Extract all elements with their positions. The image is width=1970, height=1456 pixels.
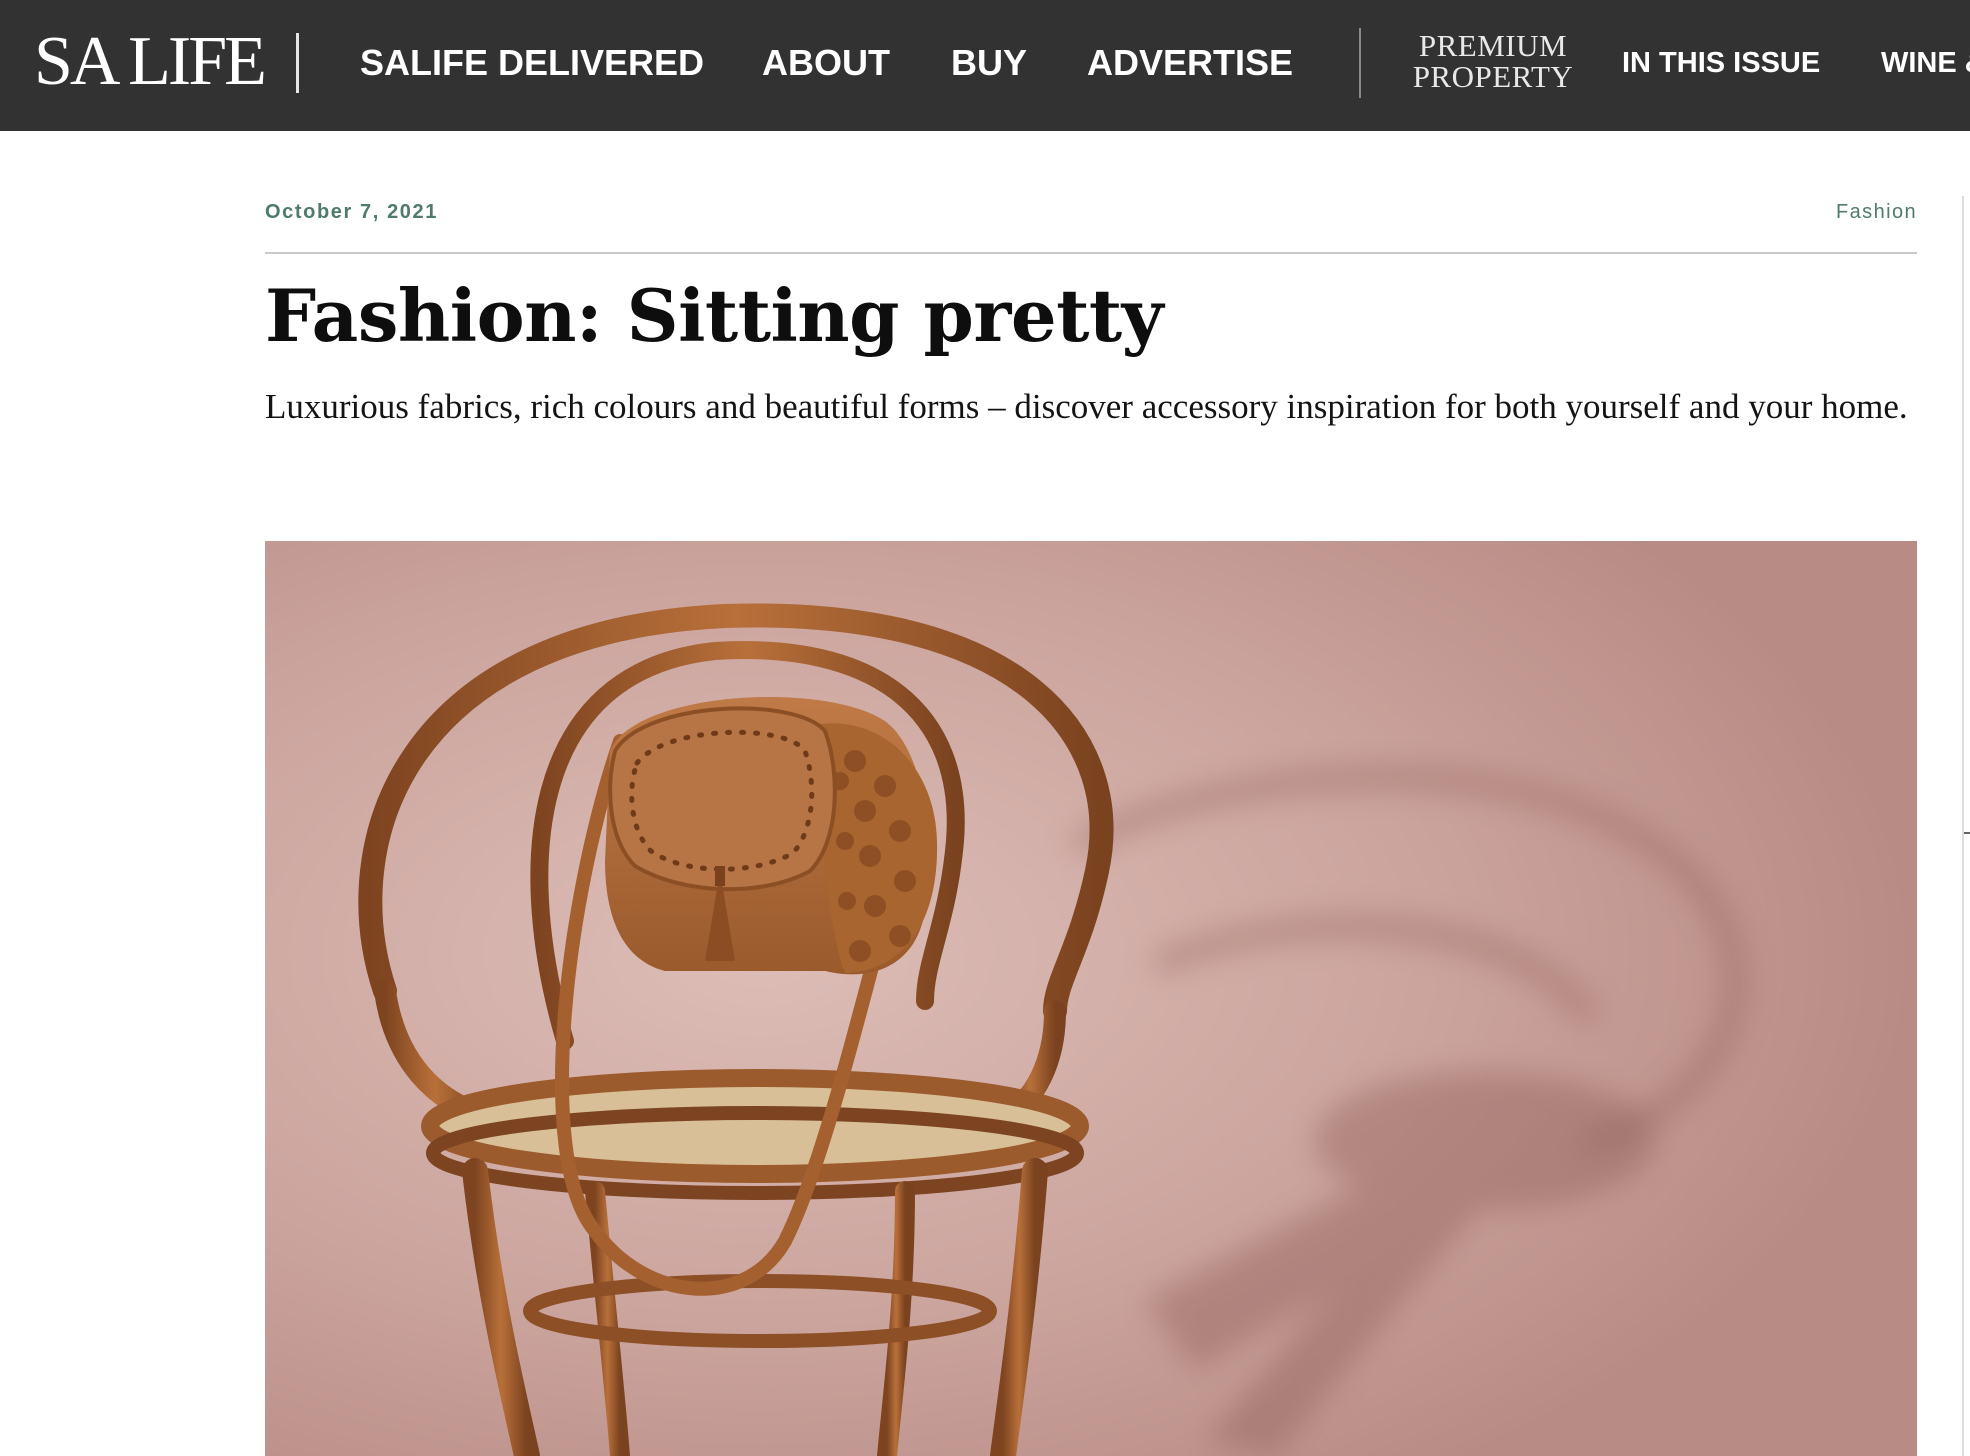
divider: [265, 252, 1917, 254]
nav-item-wine[interactable]: WINE &: [1881, 44, 1970, 82]
article-title: Fashion: Sitting pretty: [265, 273, 1164, 358]
nav-item-advertise[interactable]: ADVERTISE: [1087, 40, 1293, 86]
nav-divider: [296, 33, 299, 93]
nav-divider: [1359, 28, 1361, 98]
post-date: October 7, 2021: [265, 201, 438, 223]
premium-property-logo[interactable]: PREMIUM PROPERTY: [1406, 30, 1580, 92]
site-logo[interactable]: SA LIFE: [34, 22, 267, 102]
nav-item-salife-delivered[interactable]: SALIFE DELIVERED: [360, 40, 704, 86]
article-standfirst: Luxurious fabrics, rich colours and beau…: [265, 387, 1908, 426]
sidebar-tick: [1964, 832, 1970, 834]
nav-item-in-this-issue[interactable]: IN THIS ISSUE: [1622, 44, 1820, 82]
article-meta: October 7, 2021 Fashion: [265, 201, 1917, 227]
premium-property-line2: PROPERTY: [1412, 59, 1574, 94]
premium-property-line1: PREMIUM: [1418, 28, 1568, 63]
category-link[interactable]: Fashion: [1836, 201, 1917, 224]
nav-item-about[interactable]: ABOUT: [762, 40, 890, 86]
chair-and-bag-illustration: [265, 541, 1917, 1456]
nav-item-buy[interactable]: BUY: [951, 40, 1027, 86]
sidebar-edge: [1962, 196, 1964, 1456]
hero-image: [265, 541, 1917, 1456]
site-header: SA LIFE SALIFE DELIVERED ABOUT BUY ADVER…: [0, 0, 1970, 131]
